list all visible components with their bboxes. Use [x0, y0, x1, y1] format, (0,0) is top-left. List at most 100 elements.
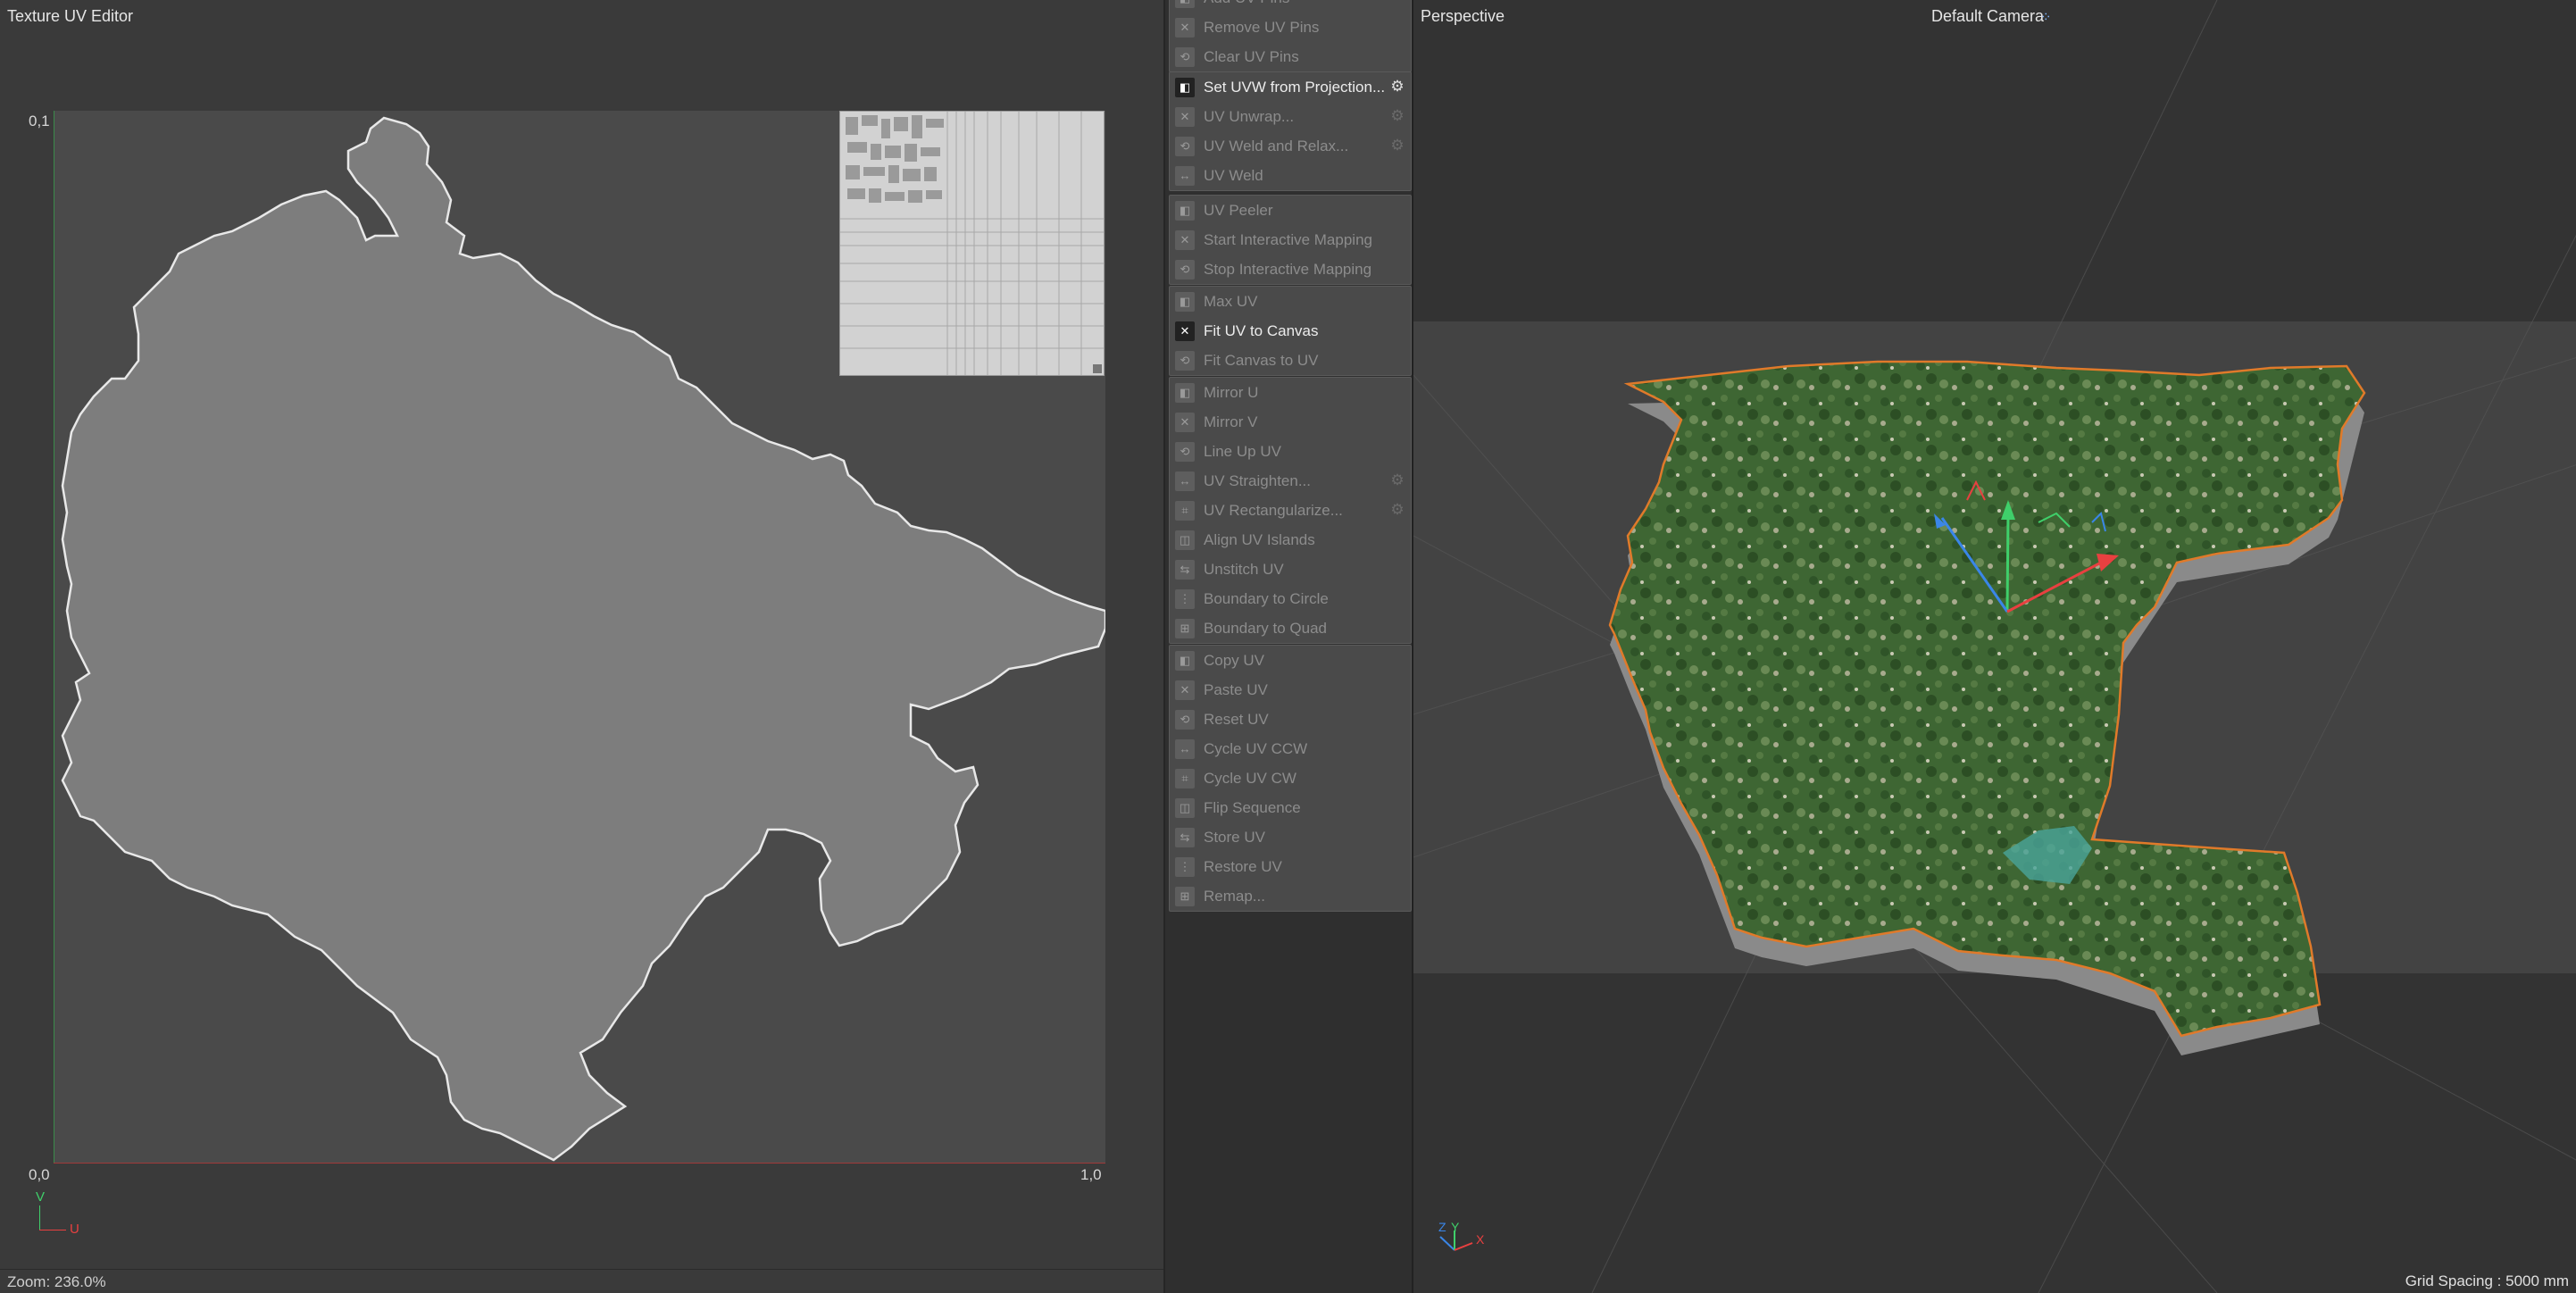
command-label: UV Weld	[1204, 166, 1263, 184]
command-icon: ⇆	[1175, 827, 1195, 847]
command-line-up-uv[interactable]: ⟲ Line Up UV	[1170, 437, 1411, 466]
command-paste-uv[interactable]: ✕ Paste UV	[1170, 675, 1411, 705]
command-label: Line Up UV	[1204, 442, 1281, 460]
axis-x-label: X	[1476, 1232, 1485, 1247]
command-flip-sequence[interactable]: ◫ Flip Sequence	[1170, 793, 1411, 822]
command-cycle-uv-cw[interactable]: ⌗ Cycle UV CW	[1170, 763, 1411, 793]
command-label: Unstitch UV	[1204, 560, 1284, 578]
command-label: Paste UV	[1204, 680, 1268, 698]
command-restore-uv[interactable]: ⋮ Restore UV	[1170, 852, 1411, 881]
command-label: Boundary to Circle	[1204, 589, 1329, 607]
settings-gear-icon[interactable]: ⚙	[1389, 79, 1405, 95]
command-uv-weld-and-relax[interactable]: ⟲ UV Weld and Relax... ⚙	[1170, 131, 1411, 161]
command-add-uv-pins[interactable]: ◧ Add UV Pins	[1170, 0, 1411, 13]
command-icon: ◧	[1175, 382, 1195, 403]
command-icon: ✕	[1175, 106, 1195, 127]
command-icon: ✕	[1175, 680, 1195, 700]
settings-gear-icon[interactable]: ⚙	[1389, 108, 1405, 124]
command-label: Set UVW from Projection...	[1204, 78, 1386, 96]
status-divider	[0, 1269, 1163, 1270]
command-uv-rectangularize[interactable]: ⌗ UV Rectangularize... ⚙	[1170, 496, 1411, 525]
command-remap[interactable]: ⊞ Remap...	[1170, 881, 1411, 911]
command-label: Stop Interactive Mapping	[1204, 260, 1372, 278]
command-unstitch-uv[interactable]: ⇆ Unstitch UV	[1170, 555, 1411, 584]
uv-editor-panel[interactable]: Texture UV Editor 0,1 0,0 1,0 V U Zoom: …	[0, 0, 1163, 1293]
command-mirror-u[interactable]: ◧ Mirror U	[1170, 378, 1411, 407]
command-label: Reset UV	[1204, 710, 1269, 728]
command-align-uv-islands[interactable]: ◫ Align UV Islands	[1170, 525, 1411, 555]
command-icon: ✕	[1175, 412, 1195, 432]
command-label: Flip Sequence	[1204, 798, 1301, 816]
command-icon: ✕	[1175, 321, 1195, 341]
command-icon: ⇆	[1175, 559, 1195, 580]
command-group-projection: ◧ Set UVW from Projection... ⚙ ✕ UV Unwrap..…	[1169, 71, 1412, 191]
command-icon: ⟲	[1175, 350, 1195, 371]
command-copy-uv[interactable]: ◧ Copy UV	[1170, 646, 1411, 675]
command-stop-interactive-mapping[interactable]: ⟲ Stop Interactive Mapping	[1170, 254, 1411, 284]
command-label: Start Interactive Mapping	[1204, 230, 1372, 248]
command-label: Fit Canvas to UV	[1204, 351, 1319, 369]
viewport-scene[interactable]	[1413, 0, 2576, 1293]
viewport-title[interactable]: Perspective	[1421, 7, 1505, 26]
command-icon: ⟲	[1175, 136, 1195, 156]
uv-top-label: 0,1	[29, 113, 50, 129]
command-set-uvw-from-projection[interactable]: ◧ Set UVW from Projection... ⚙	[1170, 72, 1411, 102]
command-icon: ⌗	[1175, 768, 1195, 788]
uv-commands-panel: ◧ Add UV Pins ✕ Remove UV Pins ⟲ Clear UV Pin…	[1163, 0, 1413, 1293]
axis-z-label: Z	[1438, 1220, 1446, 1234]
command-label: UV Weld and Relax...	[1204, 137, 1349, 154]
command-boundary-to-quad[interactable]: ⊞ Boundary to Quad	[1170, 613, 1411, 643]
command-label: Clear UV Pins	[1204, 47, 1299, 65]
texture-preview-thumbnail	[839, 111, 1105, 376]
command-uv-straighten[interactable]: ↔ UV Straighten... ⚙	[1170, 466, 1411, 496]
command-icon: ◫	[1175, 530, 1195, 550]
command-uv-peeler[interactable]: ◧ UV Peeler	[1170, 196, 1411, 225]
camera-selector[interactable]: Default Camera	[1931, 7, 2044, 26]
command-uv-unwrap[interactable]: ✕ UV Unwrap... ⚙	[1170, 102, 1411, 131]
command-group-pins: ◧ Add UV Pins ✕ Remove UV Pins ⟲ Clear UV Pin…	[1169, 0, 1412, 72]
command-icon: ⋮	[1175, 856, 1195, 877]
command-fit-uv-to-canvas[interactable]: ✕ Fit UV to Canvas	[1170, 316, 1411, 346]
command-clear-uv-pins[interactable]: ⟲ Clear UV Pins	[1170, 42, 1411, 71]
command-label: Boundary to Quad	[1204, 619, 1327, 637]
command-max-uv[interactable]: ◧ Max UV	[1170, 287, 1411, 316]
command-fit-canvas-to-uv[interactable]: ⟲ Fit Canvas to UV	[1170, 346, 1411, 375]
gizmo-v-line	[39, 1205, 40, 1230]
gizmo-u-label: U	[70, 1222, 79, 1237]
command-icon: ⊞	[1175, 886, 1195, 906]
settings-gear-icon[interactable]: ⚙	[1389, 472, 1405, 488]
command-icon: ↔	[1175, 738, 1195, 759]
command-store-uv[interactable]: ⇆ Store UV	[1170, 822, 1411, 852]
command-label: Mirror V	[1204, 413, 1258, 430]
camera-icon[interactable]: ⁘	[2040, 9, 2052, 25]
zoom-readout: Zoom: 236.0%	[7, 1273, 106, 1290]
command-label: Mirror U	[1204, 383, 1259, 401]
perspective-viewport[interactable]: Perspective Default Camera ⁘ Z Y X Grid …	[1412, 0, 2576, 1293]
command-group-transform: ◧ Mirror U ✕ Mirror V ⟲ Line Up UV ↔ UV Straigh…	[1169, 377, 1412, 644]
command-icon: ◧	[1175, 77, 1195, 97]
command-label: Max UV	[1204, 292, 1258, 310]
command-group-canvas: ◧ Max UV ✕ Fit UV to Canvas ⟲ Fit Canvas to U…	[1169, 286, 1412, 376]
command-label: Remove UV Pins	[1204, 18, 1320, 36]
command-label: UV Peeler	[1204, 201, 1273, 219]
command-remove-uv-pins[interactable]: ✕ Remove UV Pins	[1170, 13, 1411, 42]
command-icon: ⟲	[1175, 46, 1195, 67]
command-icon: ✕	[1175, 17, 1195, 38]
settings-gear-icon[interactable]: ⚙	[1389, 138, 1405, 154]
grid-spacing-readout: Grid Spacing : 5000 mm	[2405, 1272, 2569, 1289]
command-boundary-to-circle[interactable]: ⋮ Boundary to Circle	[1170, 584, 1411, 613]
command-cycle-uv-ccw[interactable]: ↔ Cycle UV CCW	[1170, 734, 1411, 763]
command-label: Cycle UV CCW	[1204, 739, 1308, 757]
command-label: Restore UV	[1204, 857, 1282, 875]
command-label: Add UV Pins	[1204, 0, 1289, 7]
settings-gear-icon[interactable]: ⚙	[1389, 502, 1405, 518]
u-axis-line	[54, 1163, 1105, 1164]
command-icon: ⌗	[1175, 500, 1195, 521]
command-reset-uv[interactable]: ⟲ Reset UV	[1170, 705, 1411, 734]
command-label: Align UV Islands	[1204, 530, 1315, 548]
command-start-interactive-mapping[interactable]: ✕ Start Interactive Mapping	[1170, 225, 1411, 254]
command-mirror-v[interactable]: ✕ Mirror V	[1170, 407, 1411, 437]
command-label: UV Straighten...	[1204, 471, 1312, 489]
command-icon: ⟲	[1175, 441, 1195, 462]
command-uv-weld[interactable]: ↔ UV Weld	[1170, 161, 1411, 190]
